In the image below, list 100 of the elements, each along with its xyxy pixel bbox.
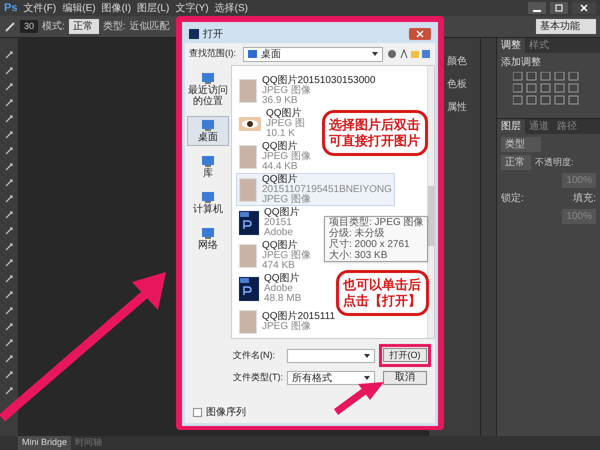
tool-icon[interactable] bbox=[4, 322, 14, 332]
tooltip-line: 尺寸: 2000 x 2761 bbox=[329, 239, 411, 250]
menu-item[interactable]: 文件(F) bbox=[23, 0, 56, 16]
tooltip-line: 项目类型: JPEG 图像 bbox=[329, 217, 424, 228]
file-name-field[interactable] bbox=[287, 348, 375, 362]
tool-icon[interactable] bbox=[4, 210, 14, 220]
menu-item[interactable]: 编辑(E) bbox=[62, 0, 96, 16]
tool-icon[interactable] bbox=[4, 130, 14, 140]
file-type-label: 文件类型(T): bbox=[233, 371, 283, 384]
file-item[interactable]: QQ图片 JPEG 图像 474 KB bbox=[236, 239, 314, 272]
place-item[interactable]: 计算机 bbox=[187, 188, 229, 218]
cancel-button[interactable]: 取消 bbox=[383, 371, 427, 385]
sequence-label: 图像序列 bbox=[206, 406, 246, 420]
look-in-select[interactable]: 桌面 bbox=[243, 46, 383, 62]
tool-icon[interactable] bbox=[4, 370, 14, 380]
file-item[interactable]: QQ图片2015111 JPEG 图像 bbox=[236, 305, 338, 338]
file-info: 20151107195451BNEIYONG bbox=[262, 184, 392, 194]
tool-icon[interactable] bbox=[4, 226, 14, 236]
app-logo: Ps bbox=[4, 0, 18, 16]
desktop-icon bbox=[248, 50, 257, 58]
panel-label[interactable]: 颜色 bbox=[447, 54, 467, 69]
blend-mode-select[interactable]: 正常 bbox=[501, 155, 531, 170]
tool-icon[interactable] bbox=[4, 386, 14, 396]
tool-icon[interactable] bbox=[4, 146, 14, 156]
file-info: QQ图片 bbox=[262, 142, 298, 152]
tool-icon[interactable] bbox=[4, 178, 14, 188]
filter-select[interactable]: 类型 bbox=[501, 137, 541, 152]
tool-icon[interactable] bbox=[4, 242, 14, 252]
tool-icon[interactable] bbox=[4, 66, 14, 76]
file-item[interactable]: QQ图片 20151107195451BNEIYONG JPEG 图像 bbox=[236, 173, 395, 206]
file-info: QQ图片 bbox=[264, 208, 300, 218]
panel-tab[interactable]: 通道 bbox=[525, 119, 553, 134]
tool-icon[interactable] bbox=[4, 162, 14, 172]
panel-tab[interactable]: 样式 bbox=[525, 38, 553, 53]
file-info: JPEG 图像 bbox=[262, 250, 311, 260]
menu-item[interactable]: 文字(Y) bbox=[175, 0, 209, 16]
look-in-value: 桌面 bbox=[261, 48, 281, 62]
photo-placeholder bbox=[239, 178, 257, 202]
photo-placeholder bbox=[239, 244, 257, 268]
tool-icon[interactable] bbox=[4, 290, 14, 300]
brush-icon[interactable] bbox=[4, 20, 16, 32]
menu-item[interactable]: 选择(S) bbox=[214, 0, 248, 16]
close-icon[interactable] bbox=[572, 2, 596, 14]
tool-icon[interactable] bbox=[4, 354, 14, 364]
panel-tab[interactable]: 路径 bbox=[553, 119, 581, 134]
look-in-label: 查找范围(I): bbox=[189, 47, 237, 60]
dropdown-arrow-icon bbox=[372, 52, 378, 56]
scrollbar-thumb[interactable] bbox=[428, 186, 434, 246]
file-info: 10.1 K bbox=[266, 128, 296, 138]
type-label: 类型: bbox=[102, 20, 126, 34]
file-info: Adobe bbox=[264, 284, 294, 294]
tool-icon[interactable] bbox=[4, 258, 14, 268]
file-type-select[interactable]: 所有格式 bbox=[287, 371, 375, 385]
type-option[interactable]: 近似匹配 bbox=[130, 19, 170, 34]
file-item[interactable]: QQ图片20151030153000 JPEG 图像 36.9 KB bbox=[236, 74, 378, 107]
tool-icon[interactable] bbox=[4, 114, 14, 124]
file-item[interactable]: QQ图片 Adobe 48.8 MB bbox=[236, 272, 304, 305]
place-icon bbox=[201, 227, 215, 240]
restore-icon[interactable] bbox=[550, 2, 568, 14]
sequence-checkbox[interactable] bbox=[193, 408, 202, 416]
workspace-select[interactable]: 基本功能 bbox=[536, 19, 596, 34]
panel-label[interactable]: 属性 bbox=[447, 100, 467, 115]
place-item[interactable]: 桌面 bbox=[187, 116, 229, 146]
menu-item[interactable]: 图像(I) bbox=[102, 0, 132, 16]
file-info: JPEG 图像 bbox=[262, 152, 311, 162]
file-info: 36.9 KB bbox=[262, 96, 299, 106]
panel-tab[interactable]: 图层 bbox=[497, 119, 525, 134]
tool-icon[interactable] bbox=[4, 82, 14, 92]
file-info: QQ图片 bbox=[266, 108, 302, 118]
place-item[interactable]: 库 bbox=[187, 152, 229, 182]
file-info: QQ图片2015111 bbox=[262, 312, 336, 322]
tool-icon[interactable] bbox=[4, 274, 14, 284]
close-icon[interactable] bbox=[409, 28, 431, 40]
tool-icon[interactable] bbox=[4, 194, 14, 204]
file-item[interactable]: QQ图片 JPEG 图 10.1 K bbox=[236, 107, 308, 140]
dropdown-arrow-icon bbox=[364, 354, 370, 358]
open-button[interactable]: 打开(O) bbox=[383, 348, 427, 362]
photo-placeholder bbox=[239, 310, 257, 334]
brush-size[interactable]: 30 bbox=[20, 20, 38, 34]
panel-tab[interactable]: 调整 bbox=[497, 38, 525, 53]
bottom-tab[interactable]: Mini Bridge bbox=[18, 436, 72, 450]
pointing-arrow bbox=[334, 382, 384, 415]
dropdown-arrow-icon bbox=[364, 376, 370, 380]
lock-label: 锁定: bbox=[501, 192, 524, 206]
callout-text: 也可以单击后点击【打开】 bbox=[343, 277, 422, 309]
tool-icon[interactable] bbox=[4, 98, 14, 108]
tool-icon[interactable] bbox=[4, 306, 14, 316]
menu-item[interactable]: 图层(L) bbox=[137, 0, 170, 16]
mode-label: 模式: bbox=[42, 20, 65, 34]
mode-select[interactable]: 正常 bbox=[68, 19, 99, 34]
toolbar-icons-drawing[interactable] bbox=[387, 49, 431, 59]
file-info: QQ图片 bbox=[262, 240, 298, 250]
tool-icon[interactable] bbox=[4, 338, 14, 348]
file-item[interactable]: QQ图片 JPEG 图像 44.4 KB bbox=[236, 140, 314, 173]
file-item[interactable]: QQ图片 20151 Adobe bbox=[236, 206, 303, 239]
minimize-icon[interactable] bbox=[528, 2, 546, 14]
place-item[interactable]: 最近访问的位置 bbox=[187, 69, 229, 110]
place-item[interactable]: 网络 bbox=[187, 224, 229, 254]
tool-icon[interactable] bbox=[4, 50, 14, 60]
panel-label[interactable]: 色板 bbox=[447, 77, 467, 92]
